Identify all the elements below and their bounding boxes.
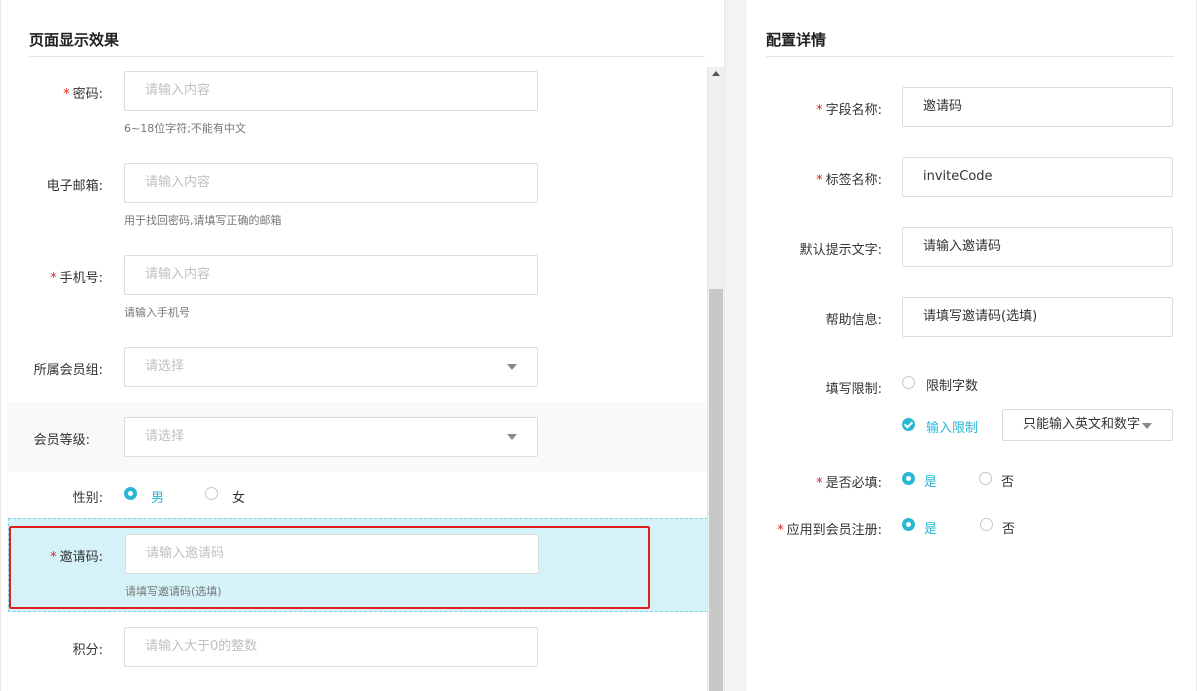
apply-register-label: * 应用到会员注册: — [777, 523, 882, 538]
invite-code-label: * 邀请码: — [50, 550, 103, 565]
default-hint-input[interactable]: 请输入邀请码 — [902, 227, 1173, 267]
check-icon[interactable] — [902, 418, 915, 431]
member-group-label: 所属会员组: — [33, 363, 103, 378]
apply-register-yes-option[interactable]: 是 — [924, 518, 937, 537]
scroll-up-icon[interactable] — [712, 71, 720, 76]
tag-name-label: * 标签名称: — [816, 173, 882, 188]
member-level-label: 会员等级: — [33, 433, 90, 448]
help-info-label: 帮助信息: — [825, 313, 882, 328]
points-label: 积分: — [72, 643, 103, 658]
chevron-down-icon — [507, 364, 517, 370]
limit-label: 填写限制: — [825, 382, 882, 397]
invite-code-help: 请填写邀请码(选填) — [125, 585, 222, 598]
help-info-input[interactable]: 请填写邀请码(选填) — [902, 297, 1173, 337]
required-label: * 是否必填: — [816, 476, 882, 491]
tag-name-input[interactable]: inviteCode — [902, 157, 1173, 197]
field-name-label: * 字段名称: — [816, 103, 882, 118]
phone-label: * 手机号: — [50, 271, 103, 286]
radio-icon[interactable] — [902, 472, 915, 485]
radio-icon[interactable] — [980, 518, 993, 531]
phone-input[interactable]: 请输入内容 — [124, 255, 538, 295]
config-divider — [766, 56, 1174, 57]
apply-register-no-option[interactable]: 否 — [1002, 518, 1015, 537]
radio-icon[interactable] — [902, 376, 915, 389]
limit-chars-option[interactable]: 限制字数 — [926, 375, 978, 394]
invite-code-input[interactable]: 请输入邀请码 — [125, 534, 539, 574]
required-yes-option[interactable]: 是 — [924, 471, 937, 490]
limit-input-option[interactable]: 输入限制 — [926, 417, 978, 436]
config-title: 配置详情 — [766, 31, 827, 49]
chevron-down-icon — [1142, 423, 1152, 429]
member-level-select[interactable]: 请选择 — [124, 417, 538, 457]
email-help: 用于找回密码,请填写正确的邮箱 — [124, 214, 282, 227]
password-help: 6~18位字符;不能有中文 — [124, 122, 246, 135]
member-level-placeholder: 请选择 — [145, 429, 185, 444]
member-group-placeholder: 请选择 — [145, 359, 185, 374]
field-name-input[interactable]: 邀请码 — [902, 87, 1173, 127]
limit-type-select[interactable]: 只能输入英文和数字 — [1002, 409, 1173, 441]
required-no-option[interactable]: 否 — [1001, 471, 1014, 490]
radio-icon[interactable] — [902, 518, 915, 531]
radio-icon[interactable] — [979, 472, 992, 485]
limit-type-value: 只能输入英文和数字 — [1023, 417, 1141, 432]
preview-divider — [29, 56, 705, 57]
points-input[interactable]: 请输入大于0的整数 — [124, 627, 538, 667]
preview-title: 页面显示效果 — [29, 31, 120, 49]
chevron-down-icon — [507, 434, 517, 440]
default-hint-label: 默认提示文字: — [799, 243, 882, 258]
